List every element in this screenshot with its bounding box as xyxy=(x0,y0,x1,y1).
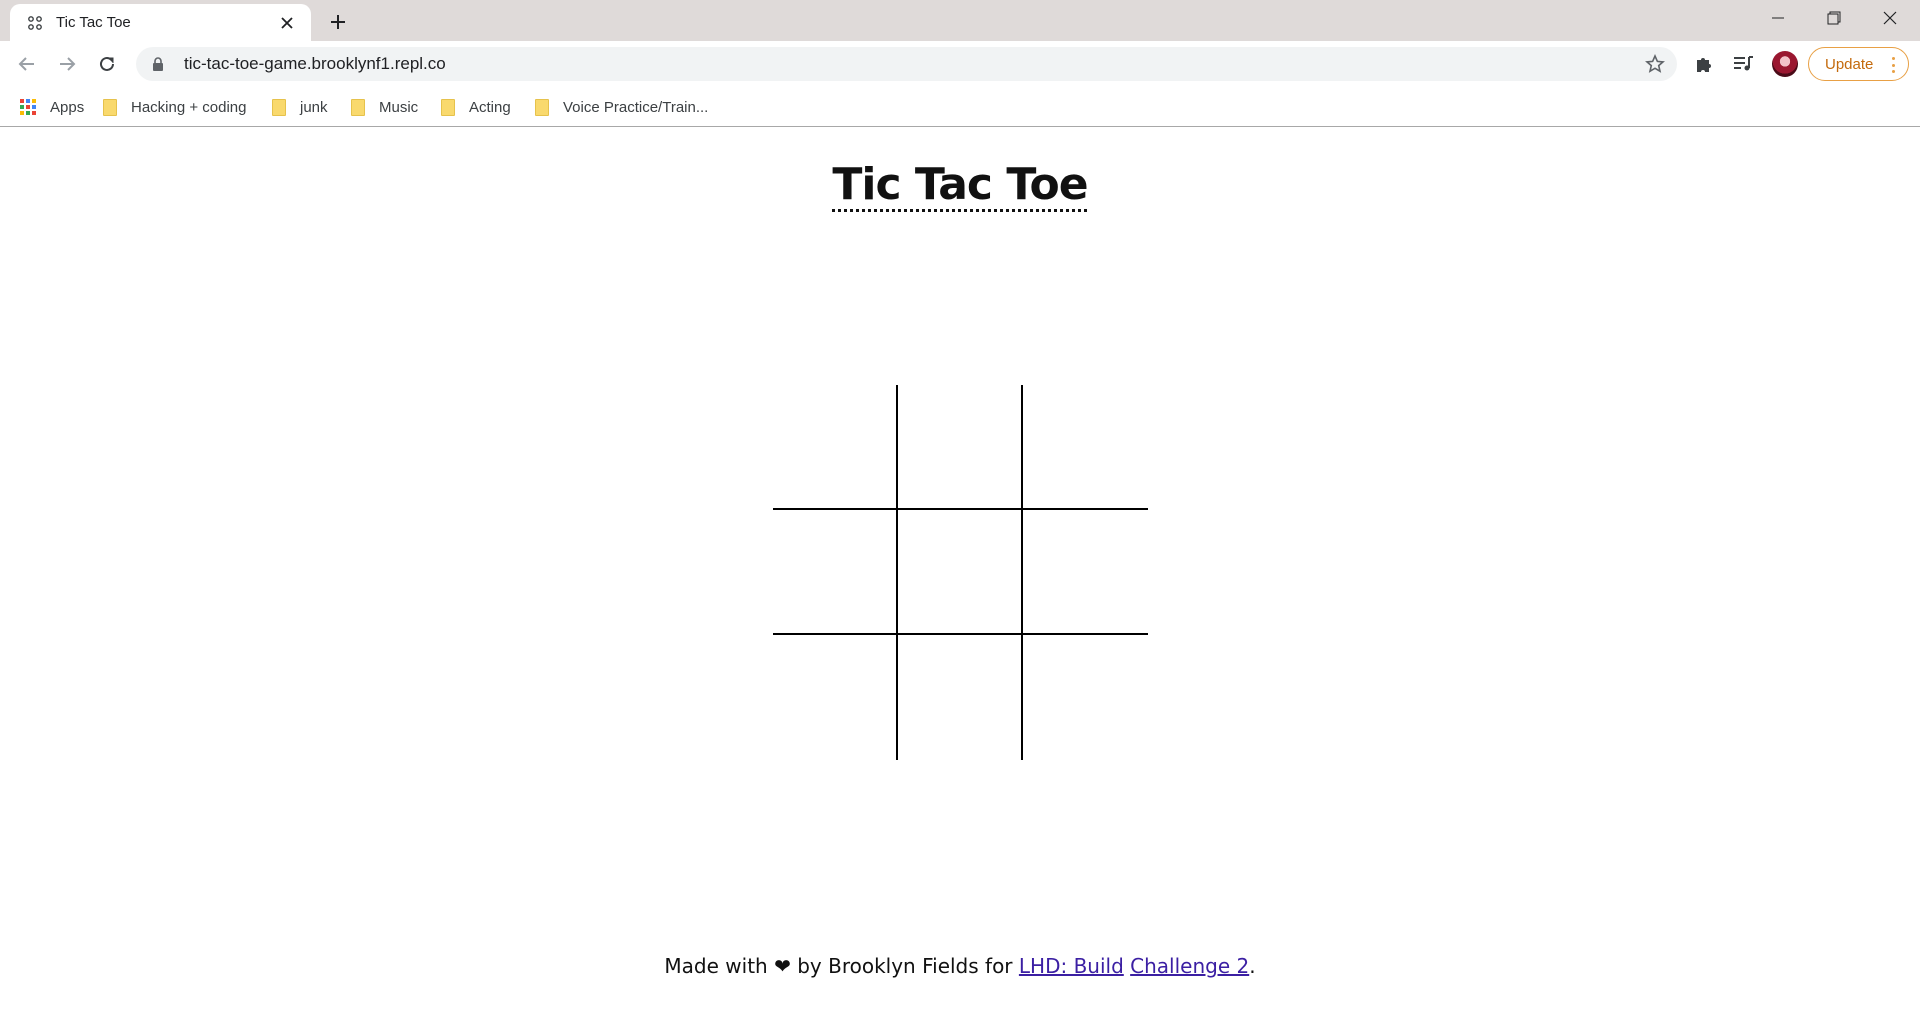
heart-icon: ❤ xyxy=(774,954,791,978)
board-cell[interactable] xyxy=(898,635,1023,760)
bookmark-folder-music[interactable]: Music xyxy=(351,95,418,119)
tab-title: Tic Tac Toe xyxy=(56,14,131,31)
board-cell[interactable] xyxy=(773,385,898,510)
update-button[interactable]: Update xyxy=(1808,47,1909,81)
bookmarks-bar: Apps Hacking + coding junk Music Acting … xyxy=(0,87,1920,127)
lock-icon[interactable] xyxy=(150,56,166,72)
bookmark-folder-junk[interactable]: junk xyxy=(272,95,328,119)
bookmark-apps[interactable]: Apps xyxy=(20,95,84,119)
bookmark-star-icon[interactable] xyxy=(1645,54,1665,74)
browser-tab-active[interactable]: Tic Tac Toe xyxy=(10,4,311,41)
folder-icon xyxy=(535,98,549,116)
board-cell[interactable] xyxy=(773,510,898,635)
profile-avatar[interactable] xyxy=(1772,51,1798,77)
footer-prefix: Made with xyxy=(664,954,768,978)
media-queue-icon[interactable] xyxy=(1731,52,1755,76)
board-cell[interactable] xyxy=(1023,635,1148,760)
folder-icon xyxy=(103,98,117,116)
apps-grid-icon xyxy=(20,99,36,115)
more-menu-icon[interactable] xyxy=(1892,57,1896,73)
extensions-puzzle-icon[interactable] xyxy=(1692,52,1716,76)
url-text: tic-tac-toe-game.brooklynf1.repl.co xyxy=(184,54,446,73)
replit-icon xyxy=(26,14,44,32)
board-cell[interactable] xyxy=(1023,510,1148,635)
lhd-build-link[interactable]: LHD: Build xyxy=(1019,954,1124,978)
bookmark-folder-voice-practice[interactable]: Voice Practice/Train... xyxy=(535,95,708,119)
back-arrow-icon[interactable] xyxy=(13,50,41,78)
close-window-icon[interactable] xyxy=(1862,0,1918,36)
tic-tac-toe-board xyxy=(773,385,1148,760)
restore-window-icon[interactable] xyxy=(1806,0,1862,36)
bookmark-folder-hacking-coding[interactable]: Hacking + coding xyxy=(103,95,247,119)
bookmark-label: junk xyxy=(300,98,328,116)
board-cell[interactable] xyxy=(898,385,1023,510)
update-button-label: Update xyxy=(1825,55,1874,73)
board-cell[interactable] xyxy=(1023,385,1148,510)
footer-credit: Made with ❤ by Brooklyn Fields for LHD: … xyxy=(0,954,1920,978)
minimize-icon[interactable] xyxy=(1750,0,1806,36)
new-tab-button[interactable] xyxy=(324,8,352,36)
address-bar[interactable]: tic-tac-toe-game.brooklynf1.repl.co xyxy=(136,47,1677,81)
close-tab-icon[interactable] xyxy=(277,13,297,33)
bookmark-label: Hacking + coding xyxy=(131,98,247,116)
footer-suffix: . xyxy=(1249,954,1256,978)
folder-icon xyxy=(272,98,286,116)
bookmark-label: Apps xyxy=(50,98,85,116)
bookmark-folder-acting[interactable]: Acting xyxy=(441,95,511,119)
folder-icon xyxy=(351,98,365,116)
challenge-2-link[interactable]: Challenge 2 xyxy=(1130,954,1249,978)
forward-arrow-icon[interactable] xyxy=(53,50,81,78)
bookmark-label: Acting xyxy=(469,98,511,116)
board-cell[interactable] xyxy=(773,635,898,760)
footer-middle: by Brooklyn Fields for xyxy=(797,954,1013,978)
board-cell[interactable] xyxy=(898,510,1023,635)
folder-icon xyxy=(441,98,455,116)
reload-icon[interactable] xyxy=(93,50,121,78)
bookmark-label: Voice Practice/Train... xyxy=(563,98,709,116)
page-content: Tic Tac Toe Made with ❤ by Brooklyn Fiel… xyxy=(0,128,1920,1023)
page-title: Tic Tac Toe xyxy=(0,159,1920,210)
bookmark-label: Music xyxy=(379,98,419,116)
page-title-text: Tic Tac Toe xyxy=(832,159,1088,210)
browser-toolbar: tic-tac-toe-game.brooklynf1.repl.co xyxy=(0,41,1920,87)
tab-strip: Tic Tac Toe xyxy=(0,0,1920,41)
